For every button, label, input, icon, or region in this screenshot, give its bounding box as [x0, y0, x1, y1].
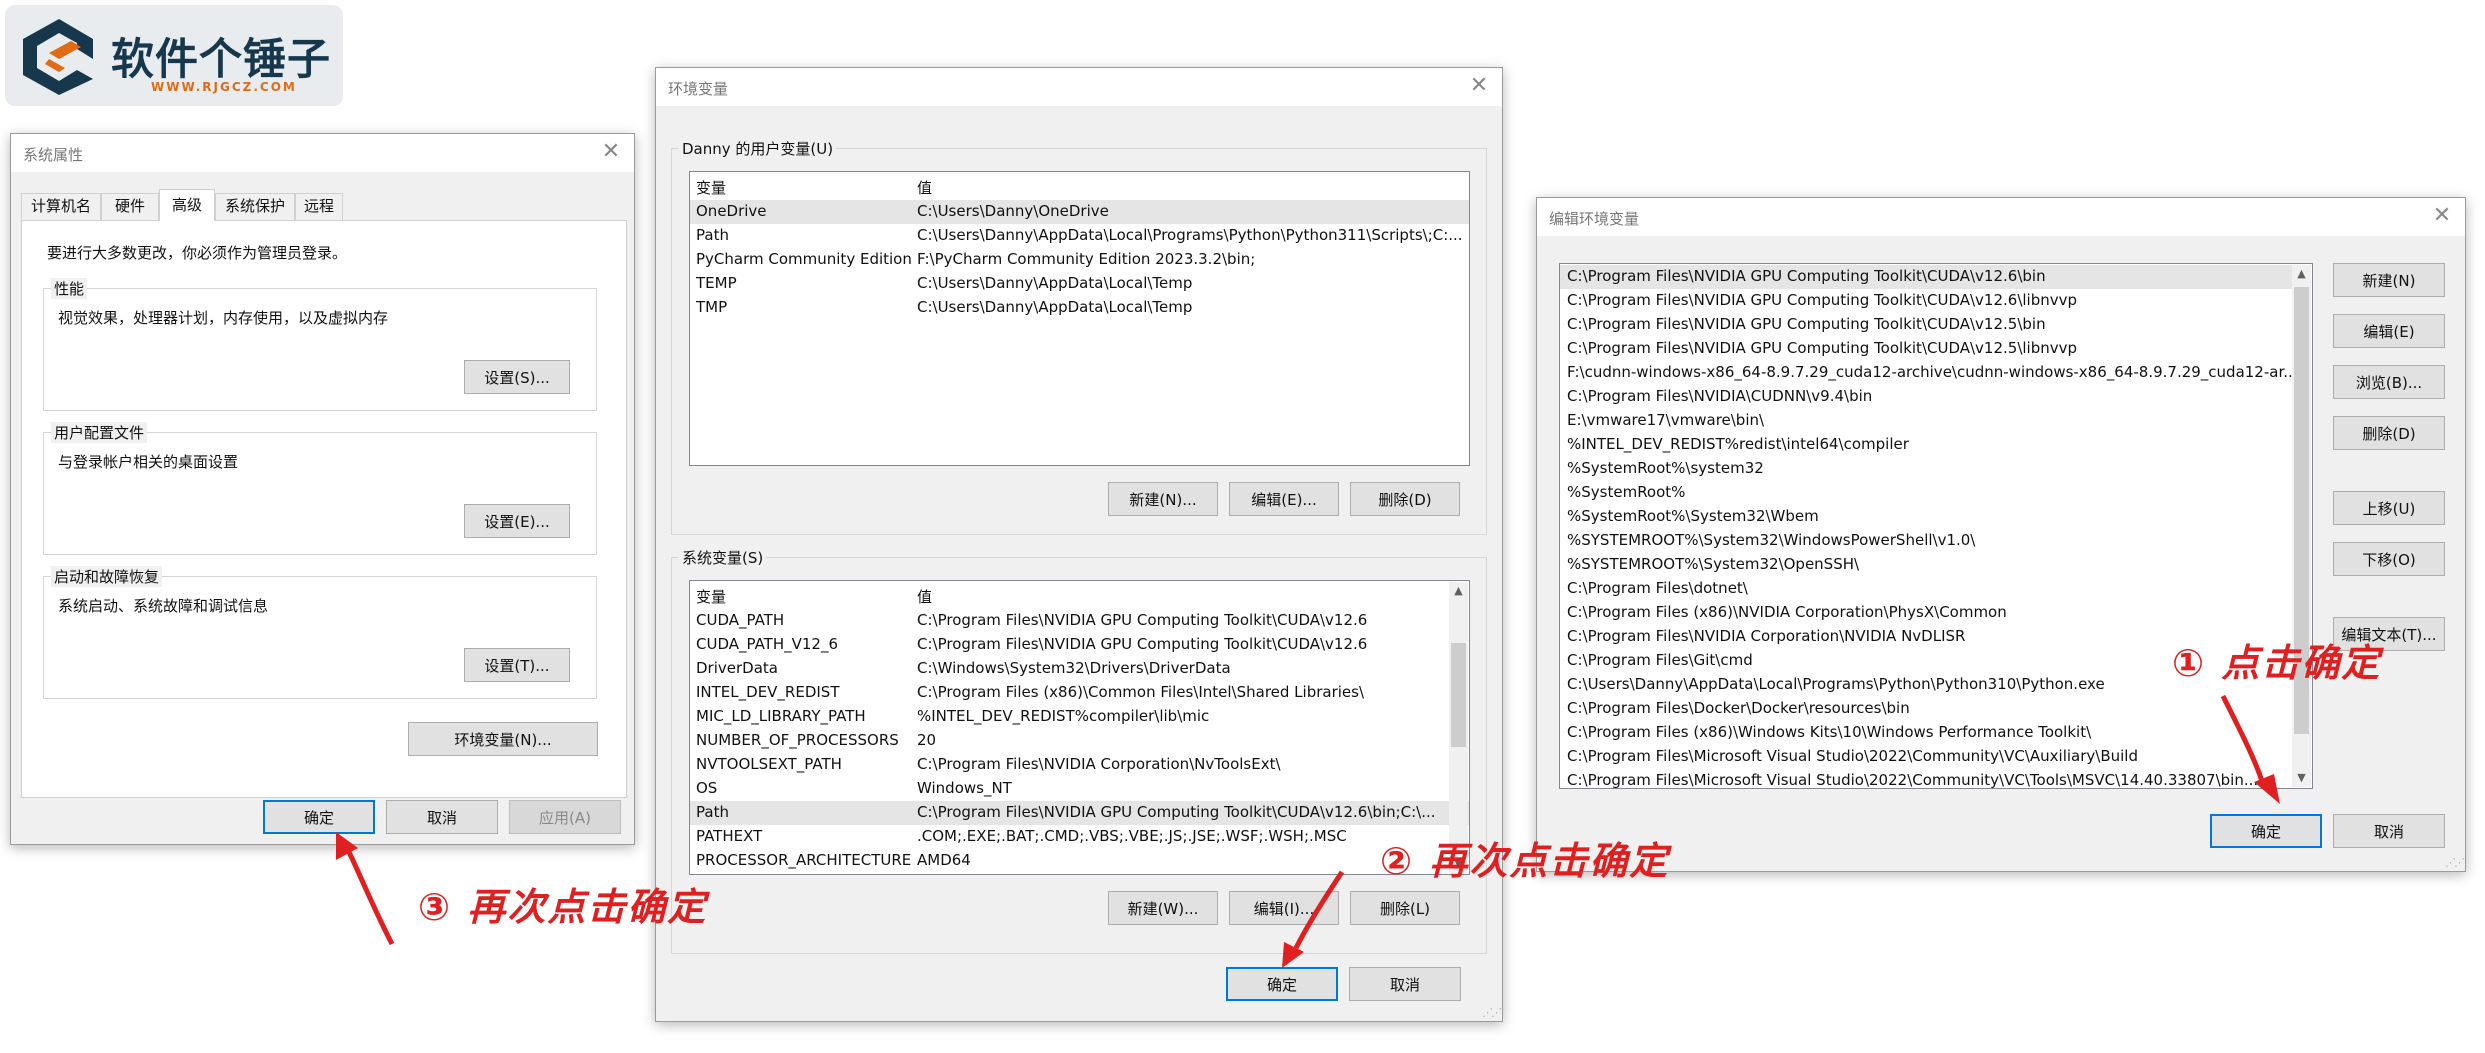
arrow-step-3-icon — [336, 832, 395, 946]
annotation-step-1: ① 点击确定 — [2172, 641, 2382, 685]
annotation-arrows — [336, 694, 2280, 968]
arrow-step-1-icon — [2220, 694, 2280, 804]
arrow-step-2-icon — [1282, 870, 1345, 968]
annotation-step-3: ③ 再次点击确定 — [418, 885, 708, 929]
annotation-step-2: ② 再次点击确定 — [1380, 839, 1670, 883]
tab-advanced[interactable]: 高级 — [159, 189, 215, 221]
